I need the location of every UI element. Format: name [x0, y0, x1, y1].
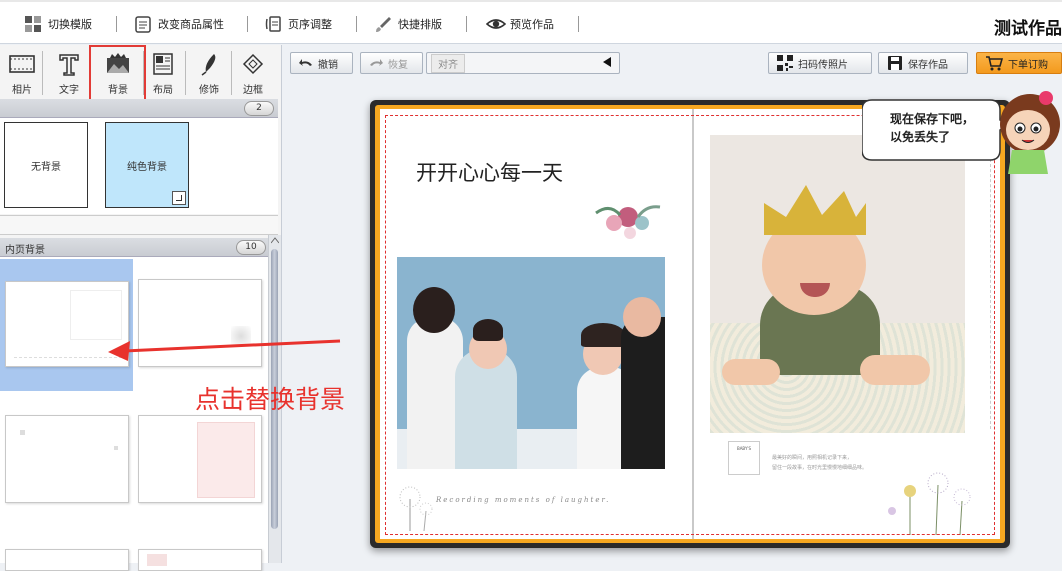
inner-background-count-badge: 10: [236, 240, 266, 255]
preview-label: 预览作品: [510, 18, 554, 31]
mascot-girl-icon: [1000, 91, 1060, 174]
background-thumb-6[interactable]: [138, 549, 262, 571]
undo-button[interactable]: 撤销: [290, 52, 353, 74]
tool-text[interactable]: 文字: [52, 49, 86, 96]
photo-book-canvas[interactable]: 开开心心每一天 Recording moments of laughter. B…: [370, 100, 1010, 548]
quick-layout-label: 快捷排版: [398, 18, 442, 31]
shopping-cart-icon: [986, 56, 1003, 71]
inner-background-title: 内页背景: [5, 245, 45, 256]
toolbar-divider: [466, 16, 467, 32]
color-picker-icon[interactable]: [172, 191, 186, 205]
template-grid-icon: [24, 15, 42, 33]
text-icon: [59, 54, 79, 76]
undo-label: 撤销: [318, 59, 338, 71]
page-order-icon: [264, 15, 282, 33]
floppy-disk-icon: [888, 56, 902, 70]
bubble-line-2: 以免丢失了: [890, 130, 951, 144]
background-count-badge: 2: [244, 101, 274, 116]
save-button[interactable]: 保存作品: [878, 52, 968, 74]
tool-background[interactable]: 背景: [101, 49, 135, 96]
save-label: 保存作品: [908, 59, 948, 71]
background-section-header: 2: [0, 99, 278, 118]
tool-divider: [143, 51, 144, 95]
tool-divider: [185, 51, 186, 95]
scan-upload-button[interactable]: 扫码传照片: [768, 52, 872, 74]
tool-layout[interactable]: 布局: [146, 49, 180, 96]
align-label: 对齐: [431, 53, 465, 73]
background-options: 无背景 纯色背景: [0, 118, 278, 214]
tool-decorate[interactable]: 修饰: [192, 49, 226, 96]
top-toolbar: 切换模版 改变商品属性 页序调整 快捷排版 预览作品 测试作品: [0, 0, 1062, 44]
brush-icon: [374, 15, 392, 33]
order-label: 下单订购: [1008, 59, 1048, 71]
layout-icon: [153, 53, 173, 75]
annotation-arrow: [108, 339, 341, 361]
work-title: 测试作品: [994, 19, 1062, 39]
background-thumb-4[interactable]: [138, 415, 262, 503]
tool-divider: [42, 51, 43, 95]
product-doc-icon: [134, 15, 152, 33]
align-dropdown[interactable]: 对齐: [426, 52, 620, 74]
page-order-button[interactable]: 页序调整: [264, 12, 332, 36]
quick-layout-button[interactable]: 快捷排版: [374, 12, 442, 36]
annotation-label: 点击替换背景: [195, 385, 346, 414]
left-panel: 相片 文字 背景 布局 修饰 边框 2 无背景 纯色背景 内页背景 10: [0, 45, 282, 571]
redo-arrow-icon: [370, 59, 383, 66]
switch-template-button[interactable]: 切换模版: [24, 12, 92, 36]
tool-photo-label: 相片: [12, 85, 32, 96]
border-icon: [242, 53, 264, 75]
no-background-label: 无背景: [31, 161, 61, 173]
page-order-label: 页序调整: [288, 18, 332, 31]
eye-icon: [485, 15, 507, 33]
photo-icon: [9, 55, 35, 73]
toolbar-divider: [356, 16, 357, 32]
change-product-button[interactable]: 改变商品属性: [134, 12, 224, 36]
tool-text-label: 文字: [59, 85, 79, 96]
solid-background-option[interactable]: 纯色背景: [105, 122, 189, 208]
redo-label: 恢复: [388, 59, 408, 71]
solid-background-label: 纯色背景: [127, 161, 167, 173]
tool-photo[interactable]: 相片: [5, 49, 39, 96]
scan-upload-label: 扫码传照片: [798, 59, 848, 71]
dropdown-arrow-icon: [603, 56, 611, 70]
panel-divider: [0, 215, 278, 235]
scroll-up-arrow-icon[interactable]: [270, 235, 280, 245]
save-reminder-bubble[interactable]: 现在保存下吧， 以免丢失了: [862, 98, 1008, 162]
toolbar-divider: [578, 16, 579, 32]
redo-button[interactable]: 恢复: [360, 52, 423, 74]
change-product-label: 改变商品属性: [158, 18, 224, 31]
tool-border[interactable]: 边框: [236, 49, 270, 96]
background-icon: [107, 53, 129, 73]
undo-arrow-icon: [299, 59, 312, 66]
tool-decorate-label: 修饰: [199, 85, 219, 96]
inner-background-header: 内页背景 10: [0, 238, 278, 257]
print-safe-area: [385, 115, 995, 535]
background-thumb-3[interactable]: [5, 415, 129, 503]
tool-divider: [231, 51, 232, 95]
tool-layout-label: 布局: [153, 85, 173, 96]
decorate-icon: [201, 54, 216, 76]
tool-background-label: 背景: [108, 85, 128, 96]
toolbar-divider: [116, 16, 117, 32]
tool-border-label: 边框: [243, 85, 263, 96]
toolbar-divider: [247, 16, 248, 32]
order-button[interactable]: 下单订购: [976, 52, 1062, 74]
bubble-line-1: 现在保存下吧，: [890, 112, 975, 126]
background-thumb-5[interactable]: [5, 549, 129, 571]
qr-code-icon: [777, 55, 793, 71]
preview-button[interactable]: 预览作品: [485, 12, 554, 36]
switch-template-label: 切换模版: [48, 18, 92, 31]
no-background-option[interactable]: 无背景: [4, 122, 88, 208]
